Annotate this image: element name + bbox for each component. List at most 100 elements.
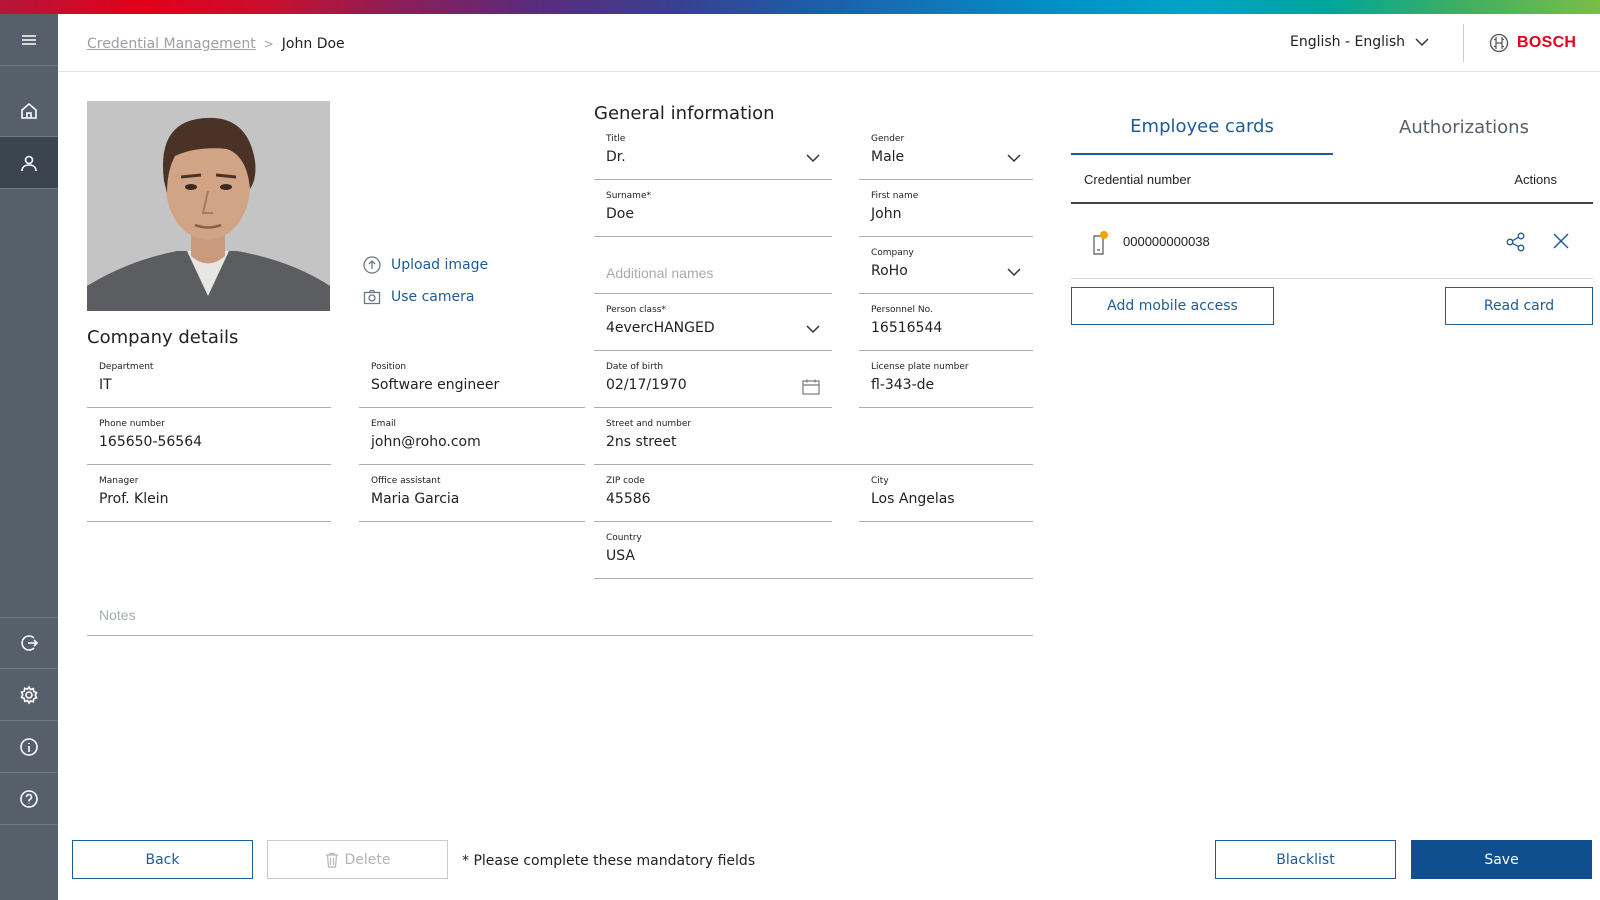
first-name-field[interactable]: First name John <box>859 181 1033 237</box>
street-label: Street and number <box>606 419 692 429</box>
user-icon <box>21 155 37 171</box>
brand-name: BOSCH <box>1517 34 1577 51</box>
title-label: Title <box>606 134 626 144</box>
col-credential-number: Credential number <box>1084 172 1191 187</box>
department-value: IT <box>99 377 112 393</box>
date-of-birth-field[interactable]: Date of birth 02/17/1970 <box>594 352 832 408</box>
table-row: 000000000038 <box>1071 205 1593 279</box>
additional-names-placeholder: Additional names <box>606 265 714 281</box>
back-button[interactable]: Back <box>72 840 253 879</box>
gender-select[interactable]: Gender Male <box>859 124 1033 180</box>
menu-icon <box>22 34 36 45</box>
header-divider <box>1463 24 1464 62</box>
city-field[interactable]: City Los Angelas <box>859 466 1033 522</box>
language-select[interactable]: English - English <box>1290 34 1429 50</box>
chevron-down-icon <box>1007 268 1021 277</box>
city-value: Los Angelas <box>871 491 955 507</box>
first-name-label: First name <box>871 191 919 201</box>
upload-image-button[interactable]: Upload image <box>363 256 488 274</box>
manager-field[interactable]: Manager Prof. Klein <box>87 466 331 522</box>
tab-authorizations[interactable]: Authorizations <box>1333 100 1595 155</box>
save-button[interactable]: Save <box>1411 840 1592 879</box>
additional-names-field[interactable]: Additional names <box>594 238 832 294</box>
user-button[interactable] <box>0 137 58 189</box>
position-field[interactable]: Position Software engineer <box>359 352 585 408</box>
upload-icon <box>363 256 381 274</box>
chevron-down-icon <box>806 154 820 163</box>
use-camera-button[interactable]: Use camera <box>363 288 474 306</box>
employee-photo <box>87 101 330 311</box>
surname-field[interactable]: Surname* Doe <box>594 181 832 237</box>
email-value: john@roho.com <box>371 434 481 450</box>
personnel-no-label: Personnel No. <box>871 305 933 315</box>
add-mobile-access-button[interactable]: Add mobile access <box>1071 287 1274 325</box>
phone-label: Phone number <box>99 419 165 429</box>
surname-value: Doe <box>606 206 634 222</box>
company-select[interactable]: Company RoHo <box>859 238 1033 294</box>
personnel-no-value: 16516544 <box>871 320 943 336</box>
zip-field[interactable]: ZIP code 45586 <box>594 466 832 522</box>
help-button[interactable] <box>0 773 58 825</box>
office-assistant-label: Office assistant <box>371 476 441 486</box>
license-plate-value: fl-343-de <box>871 377 935 393</box>
zip-label: ZIP code <box>606 476 645 486</box>
department-field[interactable]: Department IT <box>87 352 331 408</box>
notes-field[interactable]: Notes <box>87 580 1033 636</box>
license-plate-field[interactable]: License plate number fl-343-de <box>859 352 1033 408</box>
date-of-birth-value: 02/17/1970 <box>606 377 687 393</box>
street-field[interactable]: Street and number 2ns street <box>594 409 1033 465</box>
person-class-select[interactable]: Person class* 4evercHANGED <box>594 295 832 351</box>
email-field[interactable]: Email john@roho.com <box>359 409 585 465</box>
cards-table-header: Credential number Actions <box>1071 156 1593 204</box>
country-value: USA <box>606 548 635 564</box>
portrait-image <box>87 101 330 311</box>
tab-employee-cards[interactable]: Employee cards <box>1071 100 1333 155</box>
info-button[interactable] <box>0 721 58 773</box>
gender-value: Male <box>871 149 905 165</box>
read-card-button[interactable]: Read card <box>1445 287 1593 325</box>
close-icon[interactable] <box>1552 232 1570 250</box>
logout-icon <box>21 635 39 651</box>
delete-label: Delete <box>344 851 391 868</box>
home-button[interactable] <box>0 85 58 137</box>
home-icon <box>21 102 37 119</box>
chevron-down-icon <box>1007 154 1021 163</box>
company-value: RoHo <box>871 263 908 279</box>
settings-icon <box>20 685 38 704</box>
phone-field[interactable]: Phone number 165650-56564 <box>87 409 331 465</box>
license-plate-label: License plate number <box>871 362 969 372</box>
calendar-icon[interactable] <box>802 379 820 395</box>
logout-button[interactable] <box>0 617 58 669</box>
person-class-value: 4evercHANGED <box>606 320 715 336</box>
header: Credential Management > John Doe English… <box>58 14 1600 72</box>
delete-button[interactable]: Delete <box>267 840 448 879</box>
menu-button[interactable] <box>0 14 58 66</box>
settings-button[interactable] <box>0 669 58 721</box>
gender-label: Gender <box>871 134 905 144</box>
brand-stripe <box>0 0 1600 14</box>
bosch-logo: BOSCH <box>1489 33 1576 53</box>
chevron-down-icon <box>806 325 820 334</box>
credential-number: 000000000038 <box>1123 234 1210 249</box>
manager-value: Prof. Klein <box>99 491 169 507</box>
notes-placeholder: Notes <box>99 607 136 623</box>
city-label: City <box>871 476 889 486</box>
country-field[interactable]: Country USA <box>594 523 1033 579</box>
title-select[interactable]: Title Dr. <box>594 124 832 180</box>
breadcrumb-separator: > <box>263 37 274 51</box>
position-value: Software engineer <box>371 377 500 393</box>
share-icon[interactable] <box>1505 231 1527 253</box>
general-info-title: General information <box>594 103 775 124</box>
use-camera-label: Use camera <box>391 289 475 305</box>
sidebar <box>0 14 58 900</box>
personnel-no-field[interactable]: Personnel No. 16516544 <box>859 295 1033 351</box>
company-label: Company <box>871 248 914 258</box>
breadcrumb-link-credential-management[interactable]: Credential Management <box>87 36 256 52</box>
first-name-value: John <box>871 206 902 222</box>
person-class-label: Person class* <box>606 305 666 315</box>
office-assistant-field[interactable]: Office assistant Maria Garcia <box>359 466 585 522</box>
blacklist-button[interactable]: Blacklist <box>1215 840 1396 879</box>
zip-value: 45586 <box>606 491 651 507</box>
country-label: Country <box>606 533 642 543</box>
office-assistant-value: Maria Garcia <box>371 491 460 507</box>
